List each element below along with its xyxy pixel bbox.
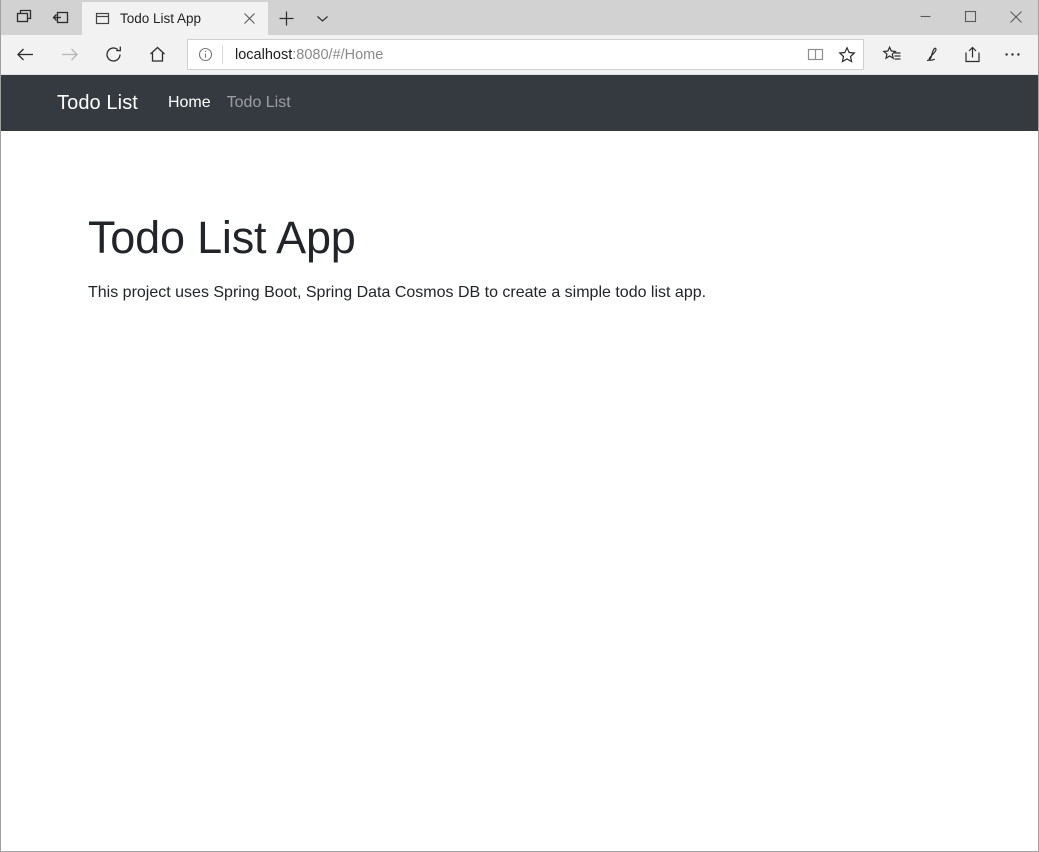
back-icon[interactable] [5,37,45,73]
navbar-brand[interactable]: Todo List [57,92,138,115]
page-icon [94,10,111,27]
tabstrip-left-buttons [1,0,79,35]
chevron-down-icon[interactable] [304,2,340,35]
nav-link-home[interactable]: Home [160,94,219,112]
hub-favorites-icon[interactable] [872,37,912,73]
home-icon[interactable] [137,37,177,73]
maximize-button[interactable] [948,0,993,33]
browser-window: Todo List App [0,0,1039,852]
settings-ellipsis-icon[interactable] [992,37,1032,73]
restore-tabs-icon[interactable] [43,1,79,34]
page-description: This project uses Spring Boot, Spring Da… [88,281,1038,305]
favorite-star-icon[interactable] [831,40,863,69]
close-tab-icon[interactable] [238,8,260,30]
browser-toolbar: localhost:8080/#/Home [1,35,1038,75]
page-content: Todo List App This project uses Spring B… [1,131,1038,305]
info-circle-icon[interactable] [188,40,222,69]
minimize-button[interactable] [903,0,948,33]
set-aside-tabs-icon[interactable] [7,1,43,34]
refresh-icon[interactable] [93,37,133,73]
site-navbar: Todo List Home Todo List [1,75,1038,131]
toolbar-actions [872,37,1038,73]
share-icon[interactable] [952,37,992,73]
address-bar[interactable]: localhost:8080/#/Home [187,39,864,70]
reading-view-icon[interactable] [799,40,831,69]
navbar-links: Home Todo List [160,94,299,112]
forward-icon[interactable] [49,37,89,73]
url-path: :8080/#/Home [292,47,383,63]
web-page-viewport: Todo List Home Todo List Todo List App T… [1,75,1038,851]
close-window-button[interactable] [993,0,1038,33]
tab-title: Todo List App [120,11,238,26]
address-bar-actions [799,40,863,69]
url-text[interactable]: localhost:8080/#/Home [223,47,799,63]
window-controls [903,0,1038,33]
page-title: Todo List App [88,213,1038,263]
nav-link-todo-list[interactable]: Todo List [219,94,299,112]
browser-tab[interactable]: Todo List App [82,2,268,35]
new-tab-icon[interactable] [268,2,304,35]
url-host: localhost [235,47,292,63]
tab-strip: Todo List App [1,0,1038,35]
web-note-pen-icon[interactable] [912,37,952,73]
